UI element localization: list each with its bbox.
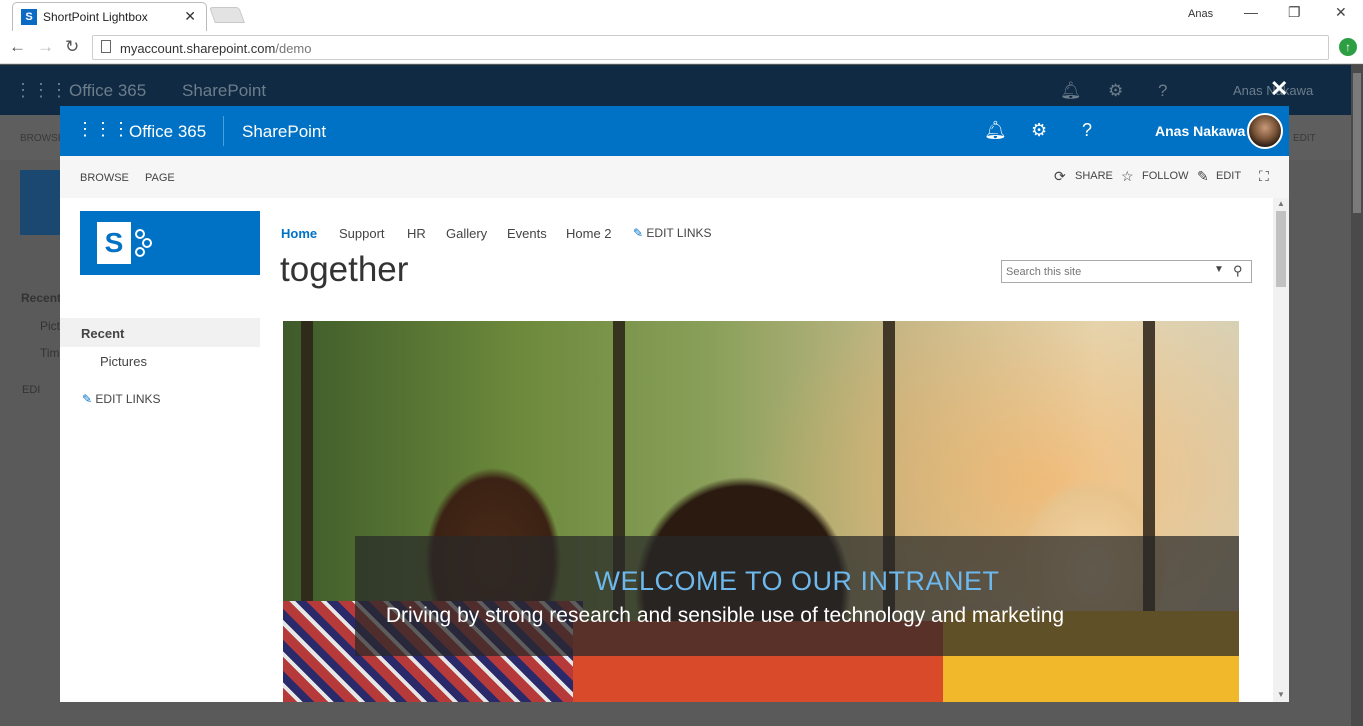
background-office365-label: Office 365 [69,81,147,100]
site-logo-letter: S [97,222,131,264]
focus-content-icon[interactable]: ⛶ [1259,168,1269,185]
background-site-logo [20,170,65,235]
hero-subheading: Driving by strong research and sensible … [385,604,1065,627]
background-scrollbar[interactable] [1351,65,1363,726]
forward-arrow-icon[interactable]: → [37,37,54,57]
logo-node-icon [135,247,145,257]
background-edit-label: EDIT [1293,133,1316,144]
sharepoint-link[interactable]: SharePoint [242,122,326,142]
hero-caption: WELCOME TO OUR INTRANET Driving by stron… [355,536,1239,656]
background-item1-label: Pict [40,319,61,333]
reload-icon[interactable]: ↻ [65,37,79,57]
suite-bar: ⋮⋮⋮ Office 365 SharePoint 🔔︎ ⚙ ? Anas Na… [60,106,1289,156]
background-recent-label: Recent [21,291,62,305]
quick-edit-pencil-icon: ✎ [82,392,93,406]
window-close-icon[interactable]: ✕ [1335,4,1347,21]
office365-link[interactable]: Office 365 [129,122,206,142]
background-gear-icon: ⚙ [1108,81,1124,100]
url-text[interactable]: myaccount.sharepoint.com/demo [120,41,312,56]
browser-tab[interactable]: S ShortPoint Lightbox ✕ [12,2,207,31]
scroll-down-icon[interactable]: ▼ [1277,690,1285,699]
follow-star-icon[interactable]: ☆ [1121,168,1134,185]
settings-gear-icon[interactable]: ⚙ [1031,120,1047,141]
window-user-label: Anas [1188,8,1214,20]
ribbon-bar: BROWSE PAGE ⟳ SHARE ☆ FOLLOW ✎ EDIT ⛶ [60,156,1289,198]
url-path: /demo [275,41,312,56]
background-bell-icon: 🔔︎ [1060,81,1082,100]
edit-links-pencil-icon: ✎ [633,226,644,240]
quick-launch-recent[interactable]: Recent [60,318,260,347]
site-title[interactable]: together [280,250,408,290]
user-avatar[interactable] [1247,113,1283,149]
content-scrollbar[interactable]: ▲ ▼ [1273,198,1289,702]
hero-banner: WELCOME TO OUR INTRANET Driving by stron… [283,321,1239,702]
top-nav-gallery[interactable]: Gallery [446,226,487,241]
scrollbar-thumb[interactable] [1276,211,1286,287]
app-launcher-icon[interactable]: ⋮⋮⋮ [76,119,130,140]
notifications-bell-icon[interactable]: 🔔︎ [984,120,1007,141]
search-scope-dropdown-icon[interactable]: ▼ [1214,264,1224,275]
background-app-launcher-icon: ⋮⋮⋮ [14,80,68,100]
page-info-icon[interactable] [101,40,111,53]
logo-node-icon [135,229,145,239]
top-nav-home[interactable]: Home [281,226,317,241]
quick-launch-edit-links-label: EDIT LINKS [95,392,161,406]
hero-heading: WELCOME TO OUR INTRANET [594,566,1000,596]
top-nav-hr[interactable]: HR [407,226,426,241]
edit-button[interactable]: EDIT [1216,170,1241,182]
search-icon[interactable]: ⚲ [1233,263,1243,279]
minimize-icon[interactable]: — [1244,4,1258,20]
new-tab-button[interactable] [209,7,245,23]
suite-separator [223,116,224,146]
tab-title: ShortPoint Lightbox [43,10,148,24]
back-arrow-icon[interactable]: ← [9,37,26,57]
page-content: S Home Support HR Gallery Events Home 2 … [60,198,1273,702]
site-logo[interactable]: S [80,211,260,275]
browser-titlebar: S ShortPoint Lightbox ✕ Anas — ❐ ✕ [0,0,1363,31]
ribbon-tab-browse[interactable]: BROWSE [80,172,129,184]
update-arrow-icon[interactable]: ↑ [1339,38,1357,56]
top-nav-edit-links-label: EDIT LINKS [646,226,712,240]
url-host: myaccount.sharepoint.com [120,41,276,56]
lightbox-dialog: ⋮⋮⋮ Office 365 SharePoint 🔔︎ ⚙ ? Anas Na… [60,106,1289,702]
scroll-up-icon[interactable]: ▲ [1277,199,1285,208]
top-nav-support[interactable]: Support [339,226,385,241]
user-name[interactable]: Anas Nakawa [1155,123,1245,139]
background-edit-links-label: EDI [22,384,41,396]
background-help-icon: ? [1158,81,1168,100]
tab-close-icon[interactable]: ✕ [184,8,196,25]
top-nav-home2[interactable]: Home 2 [566,226,612,241]
share-button[interactable]: SHARE [1075,170,1113,182]
top-nav-edit-links[interactable]: ✎ EDIT LINKS [633,226,712,240]
help-icon[interactable]: ? [1082,120,1092,141]
site-search-box[interactable]: ▼ ⚲ [1001,260,1252,283]
top-nav-events[interactable]: Events [507,226,547,241]
address-toolbar: ← → ↻ myaccount.sharepoint.com/demo ↑ [0,31,1363,64]
edit-pencil-icon[interactable]: ✎ [1197,168,1209,185]
search-input[interactable] [1006,263,1206,280]
url-bar[interactable]: myaccount.sharepoint.com/demo [92,35,1329,60]
background-item2-label: Tim [40,346,60,360]
quick-launch-edit-links[interactable]: ✎ EDIT LINKS [82,392,161,406]
sharepoint-favicon-icon: S [21,9,37,25]
logo-node-icon [142,238,152,248]
background-sharepoint-label: SharePoint [182,81,267,100]
follow-button[interactable]: FOLLOW [1142,170,1188,182]
background-browse-label: BROWSE [20,133,65,144]
ribbon-tab-page[interactable]: PAGE [145,172,175,184]
share-icon[interactable]: ⟳ [1054,168,1066,185]
restore-icon[interactable]: ❐ [1288,4,1301,21]
quick-launch-pictures[interactable]: Pictures [100,354,147,369]
lightbox-close-icon[interactable]: ✕ [1270,76,1288,102]
background-scrollbar-thumb[interactable] [1353,73,1361,213]
